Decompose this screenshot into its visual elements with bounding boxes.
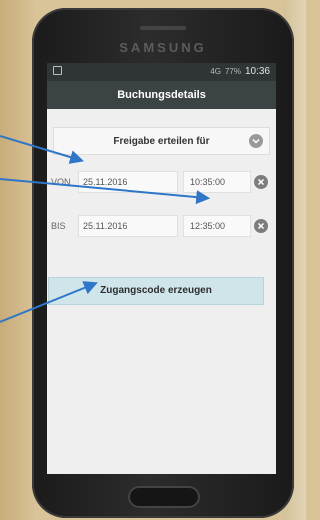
annotation-arrow-3 (0, 281, 98, 323)
annotation-arrow-1 (0, 135, 85, 164)
annotation-arrow-2 (0, 178, 211, 205)
